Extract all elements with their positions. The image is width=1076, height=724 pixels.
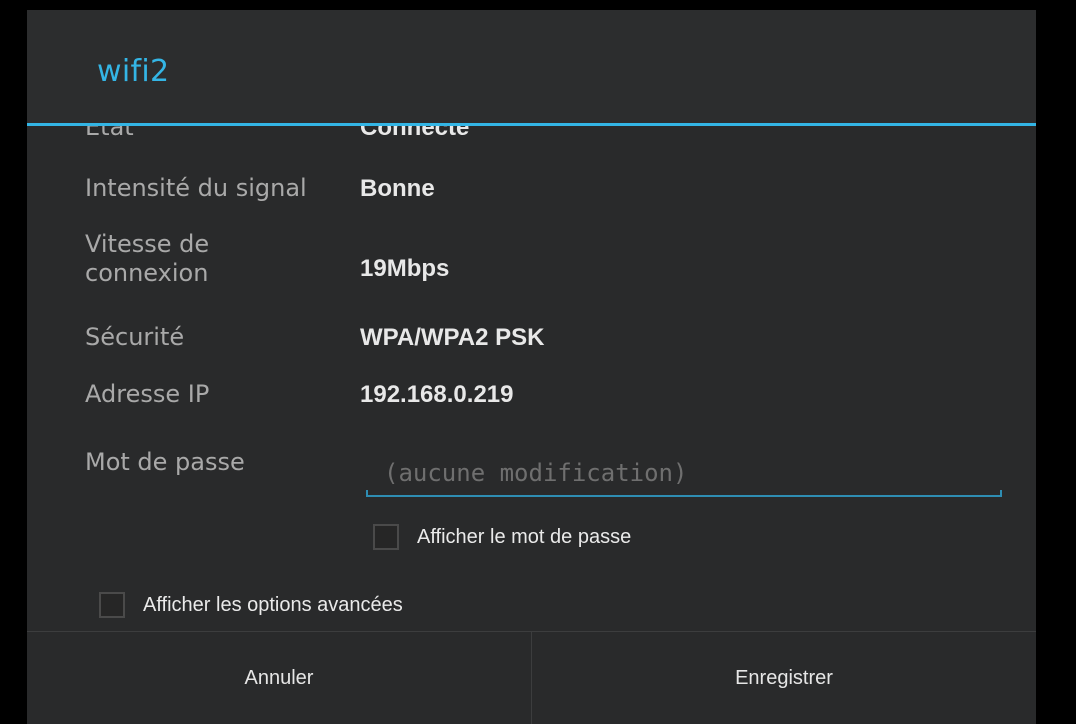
- cancel-button[interactable]: Annuler: [27, 632, 531, 724]
- signal-value: Bonne: [360, 175, 435, 202]
- status-label: État: [85, 126, 134, 141]
- dialog-button-bar: Annuler Enregistrer: [27, 631, 1036, 724]
- security-label: Sécurité: [85, 323, 185, 351]
- status-value: Connecté: [360, 126, 470, 141]
- wifi-dialog: wifi2 État Connecté Intensité du signal …: [27, 10, 1036, 724]
- dialog-header: wifi2: [27, 10, 1036, 125]
- dialog-content[interactable]: État Connecté Intensité du signal Bonne …: [27, 126, 1036, 631]
- dialog-title: wifi2: [97, 54, 170, 89]
- password-label: Mot de passe: [85, 448, 245, 476]
- ip-value: 192.168.0.219: [360, 381, 514, 408]
- show-password-label[interactable]: Afficher le mot de passe: [417, 526, 631, 549]
- speed-label: Vitesse de connexion: [85, 230, 210, 287]
- ip-label: Adresse IP: [85, 380, 210, 408]
- advanced-options-checkbox-row[interactable]: Afficher les options avancées: [99, 592, 403, 618]
- advanced-options-checkbox[interactable]: [99, 592, 125, 618]
- speed-value: 19Mbps: [360, 255, 450, 282]
- show-password-checkbox[interactable]: [373, 524, 399, 550]
- show-password-checkbox-row[interactable]: Afficher le mot de passe: [373, 524, 631, 550]
- password-underline: [366, 490, 1002, 497]
- signal-label: Intensité du signal: [85, 174, 307, 202]
- save-button[interactable]: Enregistrer: [532, 632, 1036, 724]
- advanced-options-label[interactable]: Afficher les options avancées: [143, 594, 403, 617]
- security-value: WPA/WPA2 PSK: [360, 324, 545, 351]
- password-input[interactable]: [366, 448, 1002, 498]
